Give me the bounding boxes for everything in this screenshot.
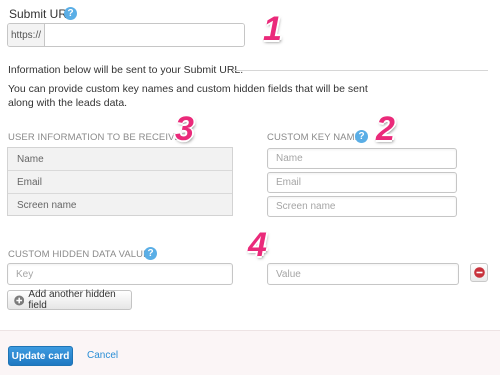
annotation-number-3: 3 [175,110,194,148]
custom-key-label: CUSTOM KEY NAME [267,132,362,143]
hidden-data-label: CUSTOM HIDDEN DATA VALUES [8,249,157,260]
plus-circle-icon [14,294,25,306]
custom-key-name-input[interactable]: Name [267,148,457,169]
annotation-number-4: 4 [248,226,267,264]
add-hidden-field-button[interactable]: Add another hidden field [7,289,132,311]
footer-bar: Update card Cancel [0,330,500,375]
submit-url-help-icon[interactable]: ? [64,7,77,20]
cancel-link[interactable]: Cancel [87,350,118,361]
remove-hidden-field-button[interactable] [470,263,488,282]
info-heading: Information below will be sent to your S… [8,64,244,76]
info-divider [233,70,488,71]
custom-key-help-icon[interactable]: ? [355,130,368,143]
annotation-number-2: 2 [376,110,395,148]
info-description: You can provide custom key names and cus… [8,83,368,109]
annotation-number-1: 1 [263,10,282,48]
user-info-row-email: Email [8,171,232,194]
hidden-data-help-icon[interactable]: ? [144,247,157,260]
hidden-value-input[interactable]: Value [267,263,459,285]
add-hidden-field-label: Add another hidden field [28,289,116,311]
custom-key-screen-name-input[interactable]: Screen name [267,196,457,217]
user-info-label: USER INFORMATION TO BE RECEIVED [8,132,188,143]
user-info-row-name: Name [8,148,232,171]
minus-circle-icon [473,267,485,278]
user-info-table: Name Email Screen name [7,147,233,216]
user-info-row-screen-name: Screen name [17,200,77,211]
custom-key-email-input[interactable]: Email [267,172,457,193]
submit-url-prefix: https:// [8,24,45,46]
hidden-key-input[interactable]: Key [7,263,233,285]
submit-url-field: https:// [7,23,245,47]
submit-url-input[interactable] [45,24,244,46]
update-card-button[interactable]: Update card [8,346,73,366]
